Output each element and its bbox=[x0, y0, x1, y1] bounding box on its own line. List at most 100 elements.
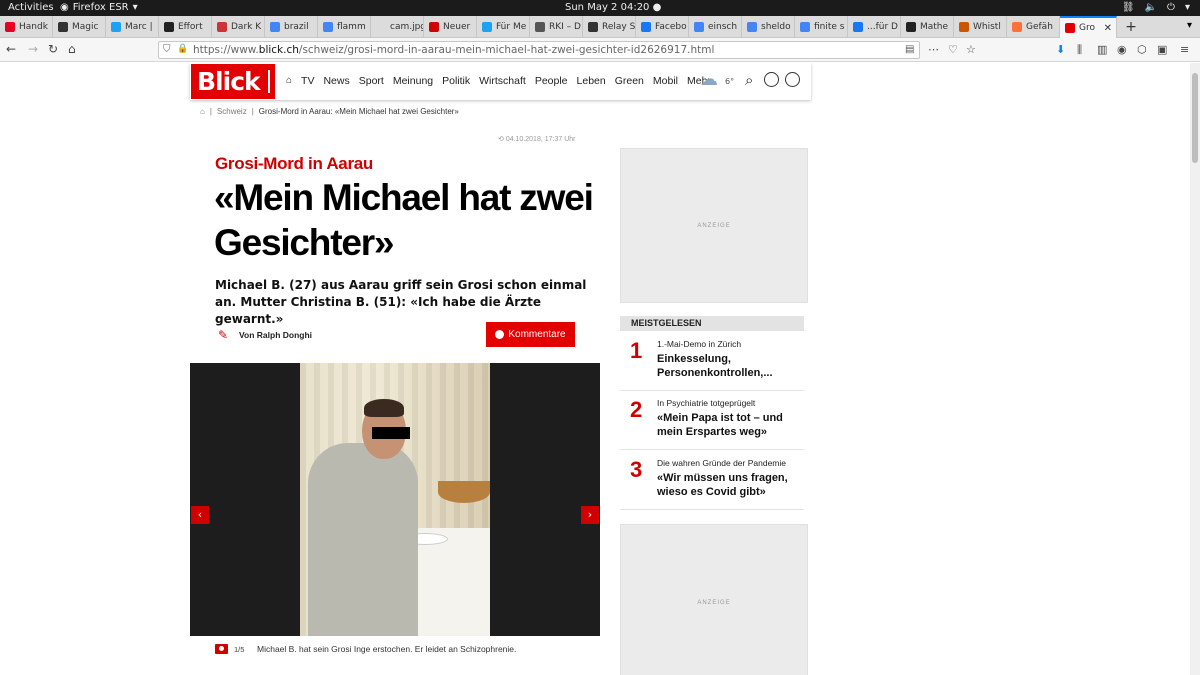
tab[interactable]: Marc | bbox=[106, 16, 159, 38]
blick-logo[interactable]: Blick bbox=[191, 64, 275, 99]
most-read-title[interactable]: «Mein Papa ist tot – und mein Erspartes … bbox=[657, 411, 807, 439]
list-all-tabs-icon[interactable]: ▾ bbox=[1187, 20, 1192, 31]
tab[interactable]: cam.jpg ( bbox=[371, 16, 424, 38]
nav-item-sport[interactable]: Sport bbox=[359, 75, 384, 87]
nav-item-news[interactable]: News bbox=[323, 75, 349, 87]
tab[interactable]: brazil bbox=[265, 16, 318, 38]
tab[interactable]: Neuer bbox=[424, 16, 477, 38]
url-text[interactable]: https://www.blick.ch/schweiz/grosi-mord-… bbox=[193, 44, 714, 56]
most-read-title[interactable]: Einkesselung, Personenkontrollen,... bbox=[657, 352, 807, 380]
most-read-item[interactable]: 2 In Psychiatrie totgeprügelt «Mein Papa i… bbox=[620, 397, 810, 447]
tab-label: finite s bbox=[814, 22, 845, 32]
gallery-photo[interactable] bbox=[300, 363, 490, 636]
nav-item-green[interactable]: Green bbox=[615, 75, 644, 87]
tab[interactable]: Whistl bbox=[954, 16, 1007, 38]
most-read-kicker: 1.-Mai-Demo in Zürich bbox=[657, 339, 742, 349]
home-icon[interactable]: ⌂ bbox=[200, 107, 205, 116]
user-icon[interactable] bbox=[785, 72, 800, 87]
nav-item-wirtschaft[interactable]: Wirtschaft bbox=[479, 75, 526, 87]
back-icon[interactable]: ← bbox=[6, 42, 16, 56]
pocket-icon[interactable]: ♡ bbox=[948, 43, 958, 56]
download-icon[interactable]: ⬇ bbox=[1056, 43, 1065, 56]
photo-censor-bar bbox=[372, 427, 410, 439]
nav-item-leben[interactable]: Leben bbox=[577, 75, 606, 87]
menu-icon[interactable]: ≡ bbox=[1180, 43, 1189, 56]
sidebar-icon[interactable]: ▥ bbox=[1097, 43, 1107, 56]
heart-icon[interactable] bbox=[764, 72, 779, 87]
home-icon[interactable]: ⌂ bbox=[68, 42, 76, 56]
divider bbox=[620, 449, 804, 450]
most-read-header: MEISTGELESEN bbox=[620, 316, 804, 331]
tab-label: Relay S bbox=[602, 22, 636, 32]
url-bar[interactable]: ⛉ 🔒 https://www.blick.ch/schweiz/grosi-m… bbox=[158, 41, 920, 59]
activities-button[interactable]: Activities bbox=[8, 2, 54, 13]
tab-label: Facebo bbox=[655, 22, 687, 32]
bookmark-star-icon[interactable]: ☆ bbox=[966, 43, 976, 56]
nav-item-mobil[interactable]: Mobil bbox=[653, 75, 678, 87]
scrollbar-thumb[interactable] bbox=[1192, 73, 1198, 163]
tab[interactable]: Effort bbox=[159, 16, 212, 38]
search-icon[interactable]: ⌕ bbox=[745, 71, 753, 89]
article-author[interactable]: Von Ralph Donghi bbox=[239, 330, 312, 340]
forward-icon[interactable]: → bbox=[28, 42, 38, 56]
most-read-item[interactable]: 1 1.-Mai-Demo in Zürich Einkesselung, Pers… bbox=[620, 338, 810, 388]
tab[interactable]: finite s bbox=[795, 16, 848, 38]
tab-favicon-icon bbox=[535, 22, 545, 32]
account-icon[interactable]: ◉ bbox=[1117, 43, 1127, 56]
clock[interactable]: Sun May 2 04:20 ● bbox=[565, 2, 661, 13]
tab[interactable]: Gefäh bbox=[1007, 16, 1060, 38]
extension-icon[interactable]: ⬡ bbox=[1137, 43, 1147, 56]
close-tab-icon[interactable]: ✕ bbox=[1104, 23, 1112, 34]
nav-item-meinung[interactable]: Meinung bbox=[393, 75, 433, 87]
tab[interactable]: Mathe bbox=[901, 16, 954, 38]
network-icon: ⛓ bbox=[1121, 2, 1135, 13]
advertisement-bottom[interactable]: ANZEIGE bbox=[620, 524, 808, 675]
weather-icon[interactable]: ☁ bbox=[700, 69, 718, 90]
nav-item-people[interactable]: People bbox=[535, 75, 568, 87]
system-tray[interactable]: ⛓ 🔈 ⏻ ▾ bbox=[1122, 2, 1190, 13]
photo-person-hair bbox=[364, 399, 404, 417]
tab[interactable]: Für Me bbox=[477, 16, 530, 38]
most-read-rank: 1 bbox=[630, 338, 643, 363]
gallery-prev-button[interactable]: ‹ bbox=[191, 506, 209, 524]
tab[interactable]: sheldo bbox=[742, 16, 795, 38]
page-actions-icon[interactable]: ⋯ bbox=[928, 43, 939, 56]
new-tab-button[interactable]: + bbox=[1117, 16, 1145, 37]
most-read-title[interactable]: «Wir müssen uns fragen, wieso es Covid g… bbox=[657, 471, 807, 499]
library-icon[interactable]: ⫼ bbox=[1077, 43, 1082, 57]
tab[interactable]: Handk bbox=[0, 16, 53, 38]
tab[interactable]: Dark K bbox=[212, 16, 265, 38]
tab[interactable]: Magic bbox=[53, 16, 106, 38]
lock-icon[interactable]: 🔒 bbox=[177, 44, 188, 54]
chevron-down-icon: ▾ bbox=[132, 2, 138, 13]
most-read-title: MEISTGELESEN bbox=[631, 318, 702, 328]
weather-temperature: 6° bbox=[725, 77, 735, 86]
url-prefix: https://www. bbox=[193, 44, 259, 56]
comments-button[interactable]: Kommentare bbox=[486, 322, 575, 347]
tab[interactable]: einsch bbox=[689, 16, 742, 38]
nav-item-politik[interactable]: Politik bbox=[442, 75, 470, 87]
tab[interactable]: Relay S bbox=[583, 16, 636, 38]
gallery-next-button[interactable]: › bbox=[581, 506, 599, 524]
tab-favicon-icon bbox=[694, 22, 704, 32]
reader-view-icon[interactable]: ▤ bbox=[905, 44, 914, 55]
tab-label: Gefäh bbox=[1026, 22, 1053, 32]
image-gallery[interactable]: ‹ › bbox=[190, 363, 600, 636]
reload-icon[interactable]: ↻ bbox=[48, 42, 58, 56]
nav-item-tv[interactable]: TV bbox=[301, 75, 314, 87]
page-scrollbar[interactable] bbox=[1190, 63, 1200, 675]
app-menu[interactable]: ◉ Firefox ESR ▾ bbox=[60, 2, 138, 13]
tab[interactable]: Facebo bbox=[636, 16, 689, 38]
most-read-item[interactable]: 3 Die wahren Gründe der Pandemie «Wir müss… bbox=[620, 457, 810, 507]
tab[interactable]: RKI – D bbox=[530, 16, 583, 38]
advertisement-top[interactable]: ANZEIGE bbox=[620, 148, 808, 303]
tab[interactable]: ...für D bbox=[848, 16, 901, 38]
home-icon[interactable]: ⌂ bbox=[286, 75, 292, 87]
tab[interactable]: flamm bbox=[318, 16, 371, 38]
most-read-rank: 2 bbox=[630, 397, 643, 422]
extension-badge-icon[interactable]: ▣ bbox=[1157, 43, 1167, 56]
tab-favicon-icon bbox=[853, 22, 863, 32]
tab-active[interactable]: Gro ✕ bbox=[1060, 16, 1117, 38]
breadcrumb-section[interactable]: Schweiz bbox=[217, 107, 247, 116]
shield-icon[interactable]: ⛉ bbox=[163, 44, 171, 55]
